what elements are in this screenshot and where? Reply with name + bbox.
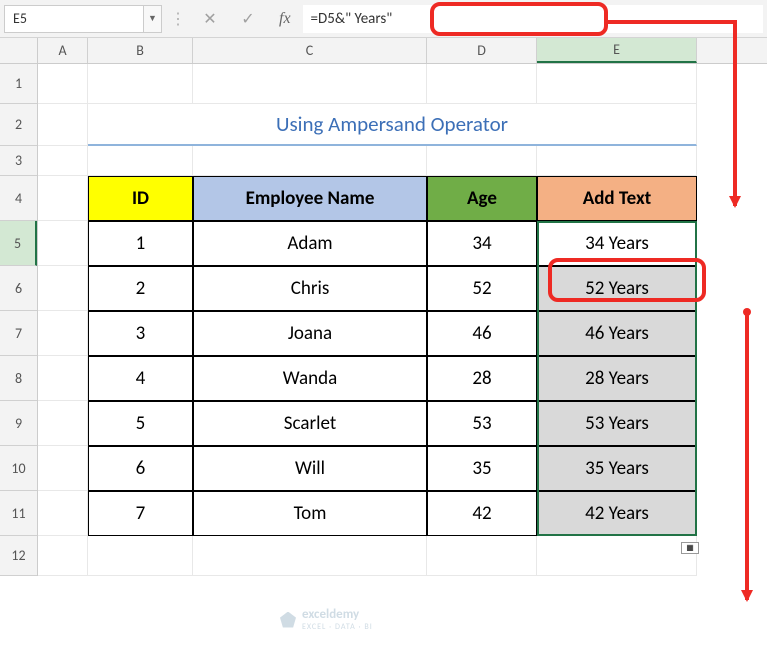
cell-d10[interactable]: 35 [427, 446, 537, 491]
cell-d5[interactable]: 34 [427, 221, 537, 266]
row-header-3[interactable]: 3 [0, 146, 37, 176]
name-box[interactable]: E5 [4, 5, 144, 33]
row-headers: 1 2 3 4 5 6 7 8 9 10 11 12 [0, 64, 38, 576]
cancel-icon: ✕ [195, 5, 225, 33]
formula-input[interactable]: =D5&" Years" [303, 5, 763, 33]
header-age[interactable]: Age [427, 176, 537, 221]
col-header-d[interactable]: D [427, 38, 537, 63]
cell-c8[interactable]: Wanda [193, 356, 427, 401]
row-header-4[interactable]: 4 [0, 176, 37, 221]
cell-c11[interactable]: Tom [193, 491, 427, 536]
cell-e5[interactable]: 34 Years [537, 221, 697, 266]
row-header-2[interactable]: 2 [0, 104, 37, 146]
cells-area[interactable]: Using Ampersand Operator ID Employee Nam… [38, 64, 767, 576]
cell-c5[interactable]: Adam [193, 221, 427, 266]
col-header-c[interactable]: C [193, 38, 427, 63]
col-header-b[interactable]: B [88, 38, 193, 63]
cell-b7[interactable]: 3 [88, 311, 193, 356]
cell-c10[interactable]: Will [193, 446, 427, 491]
row-header-12[interactable]: 12 [0, 536, 37, 576]
cell-e6[interactable]: 52 Years [537, 266, 697, 311]
row-header-5[interactable]: 5 [0, 221, 37, 266]
cell-c9[interactable]: Scarlet [193, 401, 427, 446]
header-name[interactable]: Employee Name [193, 176, 427, 221]
cell-d8[interactable]: 28 [427, 356, 537, 401]
col-header-a[interactable]: A [38, 38, 88, 63]
cell-d6[interactable]: 52 [427, 266, 537, 311]
col-header-e[interactable]: E [537, 38, 697, 63]
watermark-icon [280, 612, 296, 628]
row-header-7[interactable]: 7 [0, 311, 37, 356]
fx-icon[interactable]: fx [279, 10, 291, 28]
cell-e11[interactable]: 42 Years [537, 491, 697, 536]
header-add[interactable]: Add Text [537, 176, 697, 221]
cell-d11[interactable]: 42 [427, 491, 537, 536]
row-header-8[interactable]: 8 [0, 356, 37, 401]
cell-b8[interactable]: 4 [88, 356, 193, 401]
divider-handle[interactable]: ⋮ [170, 9, 183, 29]
formula-bar: E5 ▼ ⋮ ✕ ✓ fx =D5&" Years" [0, 0, 767, 38]
header-id[interactable]: ID [88, 176, 193, 221]
row-header-1[interactable]: 1 [0, 64, 37, 104]
cell-b5[interactable]: 1 [88, 221, 193, 266]
select-all-corner[interactable] [0, 38, 38, 63]
cell-d9[interactable]: 53 [427, 401, 537, 446]
name-box-dropdown[interactable]: ▼ [144, 5, 162, 33]
cell-e8[interactable]: 28 Years [537, 356, 697, 401]
cell-b11[interactable]: 7 [88, 491, 193, 536]
row-header-10[interactable]: 10 [0, 446, 37, 491]
spreadsheet-grid: A B C D E 1 2 3 4 5 6 7 8 9 10 11 12 Usi… [0, 38, 767, 576]
cell-d7[interactable]: 46 [427, 311, 537, 356]
enter-icon: ✓ [233, 5, 263, 33]
cell-e10[interactable]: 35 Years [537, 446, 697, 491]
cell-c6[interactable]: Chris [193, 266, 427, 311]
column-headers: A B C D E [0, 38, 767, 64]
cell-e9[interactable]: 53 Years [537, 401, 697, 446]
watermark: exceldemy EXCEL · DATA · BI [280, 607, 373, 632]
row-header-6[interactable]: 6 [0, 266, 37, 311]
cell-b9[interactable]: 5 [88, 401, 193, 446]
title-cell[interactable]: Using Ampersand Operator [88, 104, 697, 146]
cell-b6[interactable]: 2 [88, 266, 193, 311]
cell-b10[interactable]: 6 [88, 446, 193, 491]
cell-e7[interactable]: 46 Years [537, 311, 697, 356]
cell-c7[interactable]: Joana [193, 311, 427, 356]
row-header-9[interactable]: 9 [0, 401, 37, 446]
row-header-11[interactable]: 11 [0, 491, 37, 536]
